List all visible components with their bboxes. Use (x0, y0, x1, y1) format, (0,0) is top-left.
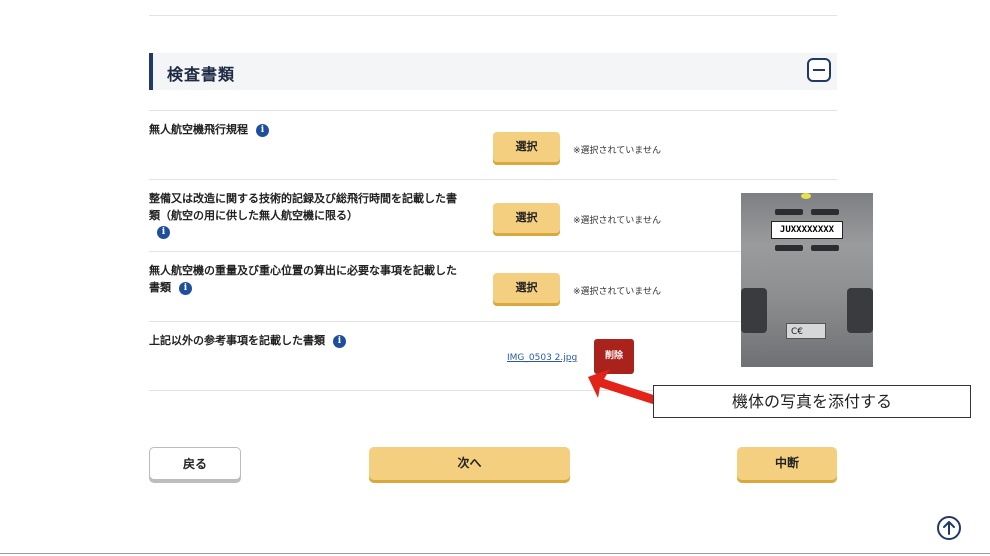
document-label: 無人航空機の重量及び重心位置の算出に必要な事項を記載した書類 i (149, 262, 467, 296)
section-title: 検査書類 (167, 65, 236, 84)
drone-vent (811, 209, 839, 215)
scroll-to-top-button[interactable] (937, 516, 961, 540)
document-label-text: 上記以外の参考事項を記載した書類 (149, 334, 325, 347)
document-label-text: 無人航空機飛行規程 (149, 123, 248, 136)
next-button[interactable]: 次へ (369, 447, 570, 480)
select-file-button[interactable]: 選択 (493, 132, 560, 162)
bottom-divider (0, 553, 990, 554)
collapse-section-button[interactable] (807, 58, 831, 82)
drone-vent (811, 245, 839, 251)
drone-arm (847, 288, 873, 333)
divider (149, 321, 837, 322)
select-file-button[interactable]: 選択 (493, 273, 560, 303)
info-icon[interactable]: i (256, 123, 269, 137)
back-button[interactable]: 戻る (149, 447, 241, 480)
selection-status: ※選択されていません (573, 216, 662, 226)
divider (149, 110, 837, 111)
document-label-text: 無人航空機の重量及び重心位置の算出に必要な事項を記載した書類 (149, 264, 457, 294)
document-label-text: 整備又は改造に関する技術的記録及び総飛行時間を記載した書類（航空の用に供した無人… (149, 192, 457, 222)
info-icon[interactable]: i (157, 226, 170, 239)
ce-mark: C€ (786, 323, 826, 339)
info-icon[interactable]: i (333, 334, 346, 348)
selection-status: ※選択されていません (573, 287, 662, 297)
divider (149, 251, 837, 252)
section-header: 検査書類 (149, 53, 837, 90)
document-label: 上記以外の参考事項を記載した書類 i (149, 332, 469, 349)
divider (149, 15, 837, 16)
drone-vent (775, 245, 803, 251)
attached-file-link[interactable]: IMG_0503 2.jpg (507, 353, 577, 363)
registration-tag: JUXXXXXXXX (771, 221, 843, 239)
suspend-button[interactable]: 中断 (737, 447, 837, 480)
drone-led (801, 193, 811, 199)
select-file-button[interactable]: 選択 (493, 203, 560, 233)
document-label: 無人航空機飛行規程 i (149, 121, 469, 138)
drone-photo: JUXXXXXXXX C€ (741, 193, 873, 367)
drone-arm (741, 288, 767, 333)
document-label: 整備又は改造に関する技術的記録及び総飛行時間を記載した書類（航空の用に供した無人… (149, 190, 467, 239)
annotation-callout: 機体の写真を添付する (653, 385, 971, 418)
drone-vent (775, 209, 803, 215)
arrow-up-icon (943, 521, 955, 535)
selection-status: ※選択されていません (573, 146, 662, 156)
info-icon[interactable]: i (179, 281, 192, 295)
divider (149, 179, 837, 180)
